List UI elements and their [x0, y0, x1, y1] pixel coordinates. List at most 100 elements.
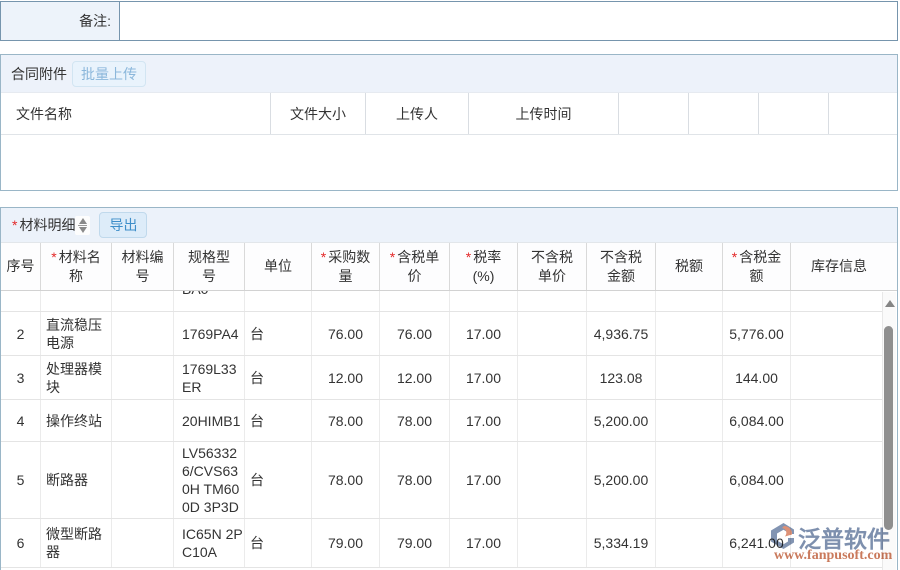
remark-label: 备注:: [79, 11, 111, 31]
material-cell-tax_amount: [656, 356, 723, 399]
material-cell-unit: 台: [245, 312, 312, 355]
material-cell-tax_price: [380, 291, 450, 311]
material-cell-stock: [791, 400, 883, 441]
material-cell-qty: 79.00: [312, 519, 380, 567]
material-cell-tax_price: 78.00: [380, 400, 450, 441]
material-cell-qty: 12.00: [312, 356, 380, 399]
sort-spinner-control[interactable]: [75, 216, 90, 235]
material-table-body: BA02直流稳压电源1769PA4台76.0076.0017.004,936.7…: [1, 291, 883, 570]
material-column-header-8: *税率(%): [450, 243, 518, 290]
material-section-title: 材料明细: [19, 215, 75, 235]
material-section-header: * 材料明细 导出: [1, 208, 897, 243]
material-cell-notax_price: [518, 442, 587, 518]
material-column-header-2: *材料名称: [41, 243, 112, 290]
material-table-row-1[interactable]: BA0: [1, 291, 883, 312]
material-cell-no: 2: [1, 312, 41, 355]
material-cell-code: [112, 312, 174, 355]
material-cell-stock: [791, 291, 883, 311]
attachments-column-header-7: [759, 93, 829, 134]
required-mark: *: [12, 217, 17, 233]
material-cell-tax_rate: 17.00: [450, 356, 518, 399]
material-cell-notax_amount: 4,936.75: [587, 312, 656, 355]
material-cell-tax_amount: [656, 442, 723, 518]
remark-label-cell: 备注:: [1, 2, 120, 40]
material-table-row-4[interactable]: 4操作终站20HIMB1台78.0078.0017.005,200.006,08…: [1, 400, 883, 442]
material-cell-no: [1, 291, 41, 311]
material-cell-tax_amount: [656, 291, 723, 311]
material-cell-taxin_amount: 144.00: [723, 356, 791, 399]
attachments-column-header-6: [689, 93, 759, 134]
material-cell-code: [112, 519, 174, 567]
material-column-header-13: 库存信息: [791, 243, 897, 290]
material-table-header: 序号*材料名称材料编号规格型号单位*采购数量*含税单价*税率(%)不含税单价不含…: [1, 243, 897, 291]
material-cell-tax_amount: [656, 400, 723, 441]
material-cell-notax_price: [518, 312, 587, 355]
material-table-row-2[interactable]: 2直流稳压电源1769PA4台76.0076.0017.004,936.755,…: [1, 312, 883, 356]
material-cell-notax_amount: 123.08: [587, 356, 656, 399]
material-cell-qty: 78.00: [312, 400, 380, 441]
attachments-column-header-3: 上传人: [366, 93, 469, 134]
material-cell-qty: 78.00: [312, 442, 380, 518]
material-cell-qty: [312, 291, 380, 311]
material-cell-stock: [791, 519, 883, 567]
material-cell-code: [112, 291, 174, 311]
material-cell-taxin_amount: 6,241.00: [723, 519, 791, 567]
material-column-header-1: 序号: [1, 243, 41, 290]
material-cell-tax_rate: 17.00: [450, 519, 518, 567]
attachments-section-header: 合同附件 批量上传: [1, 55, 897, 93]
material-cell-notax_amount: 5,200.00: [587, 442, 656, 518]
material-cell-notax_price: [518, 291, 587, 311]
scrollbar-thumb[interactable]: [884, 326, 893, 530]
material-cell-code: [112, 356, 174, 399]
material-cell-name: 微型断路器: [41, 519, 112, 567]
material-cell-tax_rate: 17.00: [450, 442, 518, 518]
material-cell-spec: IC65N 2PC10A: [174, 519, 245, 567]
material-cell-notax_amount: [587, 291, 656, 311]
material-cell-unit: 台: [245, 442, 312, 518]
material-cell-taxin_amount: [723, 291, 791, 311]
material-cell-no: 5: [1, 442, 41, 518]
spinner-divider: [78, 225, 87, 226]
material-cell-unit: 台: [245, 356, 312, 399]
material-column-header-12: *含税金额: [723, 243, 791, 290]
required-mark: *: [390, 249, 395, 265]
remark-row: 备注:: [0, 1, 898, 41]
material-cell-notax_amount: 5,200.00: [587, 400, 656, 441]
batch-upload-button[interactable]: 批量上传: [72, 61, 146, 87]
material-cell-stock: [791, 312, 883, 355]
spinner-down-icon[interactable]: [79, 227, 87, 233]
material-cell-tax_price: 79.00: [380, 519, 450, 567]
material-cell-no: 4: [1, 400, 41, 441]
required-mark: *: [466, 249, 471, 265]
attachments-column-header-5: [619, 93, 689, 134]
spinner-up-icon[interactable]: [79, 218, 87, 224]
material-cell-name: 操作终站: [41, 400, 112, 441]
required-mark: *: [321, 249, 326, 265]
material-cell-code: [112, 442, 174, 518]
material-table-row-5[interactable]: 5断路器LV563326/CVS630H TM600D 3P3D台78.0078…: [1, 442, 883, 519]
attachments-table-header: 文件名称文件大小上传人上传时间: [1, 93, 897, 135]
scrollbar-up-arrow-icon[interactable]: [885, 300, 895, 307]
material-cell-unit: 台: [245, 400, 312, 441]
material-cell-name: 断路器: [41, 442, 112, 518]
attachments-column-header-8: [829, 93, 897, 134]
material-cell-tax_price: 78.00: [380, 442, 450, 518]
material-cell-qty: 76.00: [312, 312, 380, 355]
export-button[interactable]: 导出: [99, 212, 147, 238]
material-column-header-10: 不含税金额: [587, 243, 656, 290]
material-table-row-3[interactable]: 3处理器模块1769L33ER台12.0012.0017.00123.08144…: [1, 356, 883, 400]
material-detail-section: * 材料明细 导出 序号*材料名称材料编号规格型号单位*采购数量*含税单价*税率…: [0, 207, 898, 570]
material-cell-taxin_amount: 6,084.00: [723, 400, 791, 441]
material-cell-tax_price: 12.00: [380, 356, 450, 399]
material-cell-taxin_amount: 5,776.00: [723, 312, 791, 355]
remark-input[interactable]: [120, 2, 897, 40]
contract-attachments-section: 合同附件 批量上传 文件名称文件大小上传人上传时间: [0, 54, 898, 191]
material-table-row-6[interactable]: 6微型断路器IC65N 2PC10A台79.0079.0017.005,334.…: [1, 519, 883, 568]
material-cell-tax_rate: 17.00: [450, 312, 518, 355]
material-cell-tax_rate: 17.00: [450, 400, 518, 441]
required-mark: *: [732, 249, 737, 265]
material-cell-tax_price: 76.00: [380, 312, 450, 355]
vertical-scrollbar[interactable]: [882, 292, 896, 570]
material-cell-name: [41, 291, 112, 311]
material-cell-spec: BA0: [174, 291, 245, 311]
